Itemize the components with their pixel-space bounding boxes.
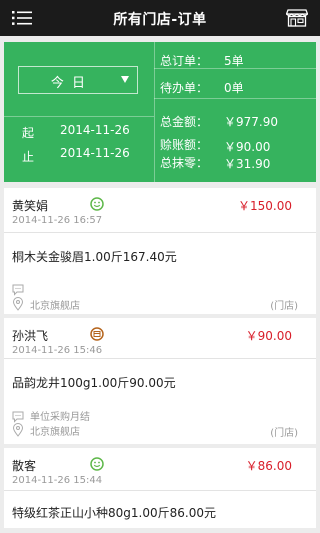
end-label: 止 (22, 150, 35, 164)
location-pin-icon (12, 296, 24, 311)
dropdown-arrow-icon (121, 76, 129, 83)
store-location: 北京旗舰店 (30, 301, 80, 312)
start-label: 起 (22, 126, 35, 140)
page-title: 所有门店-订单 (113, 12, 207, 28)
divider (154, 98, 316, 99)
total-amount-value: ￥977.90 (224, 115, 278, 129)
order-list: 黄笑娟 ￥150.00 2014-11-26 16:57 桐木关金骏眉1.00斤… (4, 188, 316, 533)
period-select[interactable]: 今 日 (18, 66, 138, 94)
customer-name: 散客 (12, 459, 37, 473)
order-time: 2014-11-26 15:46 (12, 345, 103, 356)
order-source-tag: (门店) (270, 301, 298, 312)
order-item-text: 桐木关金骏眉1.00斤167.40元 (12, 250, 177, 264)
store-location: 北京旗舰店 (30, 427, 80, 438)
order-source-tag: (门店) (270, 428, 298, 439)
order-item-text: 特级红茶正山小种80g1.00斤86.00元 (12, 506, 216, 520)
comment-icon (12, 281, 24, 296)
total-amount-label: 总金额： (160, 115, 209, 129)
top-navigation-bar: 所有门店-订单 (0, 0, 320, 36)
comment-icon (12, 408, 24, 423)
smile-face-icon (90, 456, 104, 471)
rounding-amount-value: ￥31.90 (224, 157, 271, 171)
pending-orders-label: 待办单： (160, 81, 209, 95)
divider (4, 232, 316, 233)
pending-orders-value: 0单 (224, 81, 244, 95)
smile-face-icon (90, 196, 104, 211)
total-orders-value: 5单 (224, 54, 244, 68)
order-card[interactable]: 孙洪飞 ￥90.00 2014-11-26 15:46 品韵龙井100g1.00… (4, 318, 316, 444)
store-icon[interactable] (285, 9, 309, 27)
credit-amount-value: ￥90.00 (224, 140, 271, 154)
rounding-amount-label: 总抹零： (160, 156, 209, 170)
divider (4, 490, 316, 491)
order-card[interactable]: 散客 ￥86.00 2014-11-26 15:44 特级红茶正山小种80g1.… (4, 448, 316, 528)
order-item-text: 品韵龙井100g1.00斤90.00元 (12, 376, 176, 390)
start-date[interactable]: 2014-11-26 (60, 123, 130, 137)
order-time: 2014-11-26 16:57 (12, 215, 103, 226)
order-amount: ￥86.00 (245, 459, 292, 473)
order-summary-panel: 今 日 起 2014-11-26 止 2014-11-26 总订单： 5单 待办… (4, 42, 316, 182)
divider (4, 116, 154, 117)
order-card[interactable]: 黄笑娟 ￥150.00 2014-11-26 16:57 桐木关金骏眉1.00斤… (4, 188, 316, 314)
credit-icon (90, 326, 104, 341)
divider (4, 358, 316, 359)
location-pin-icon (12, 422, 24, 437)
period-select-value: 今 日 (50, 76, 88, 91)
customer-name: 孙洪飞 (12, 329, 49, 343)
credit-amount-label: 赊账额： (160, 138, 209, 152)
divider (154, 42, 155, 182)
order-amount: ￥150.00 (238, 199, 292, 213)
order-amount: ￥90.00 (245, 329, 292, 343)
end-date[interactable]: 2014-11-26 (60, 146, 130, 160)
order-time: 2014-11-26 15:44 (12, 475, 103, 486)
customer-name: 黄笑娟 (12, 199, 49, 213)
order-note: 单位采购月结 (30, 412, 90, 423)
total-orders-label: 总订单： (160, 54, 209, 68)
